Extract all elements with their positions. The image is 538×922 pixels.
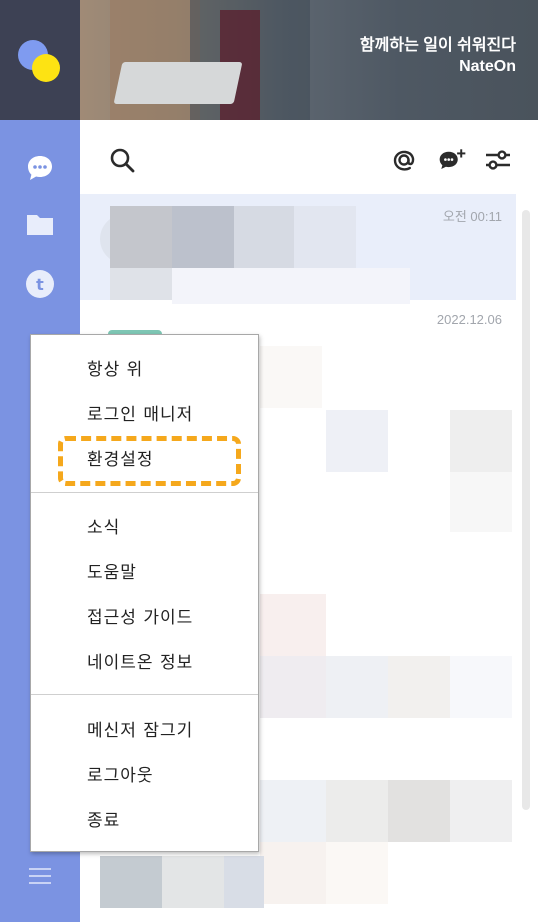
menu-item-accessibility-guide[interactable]: 접근성 가이드 [87, 603, 193, 628]
menu-item-lock-messenger[interactable]: 메신저 잠그기 [87, 716, 193, 741]
nateon-logo [18, 40, 62, 84]
chat-bubble-icon[interactable] [24, 152, 56, 184]
menu-item-always-on-top[interactable]: 항상 위 [87, 355, 143, 380]
logo-area [0, 0, 80, 120]
menu-item-about-nateon[interactable]: 네이트온 정보 [87, 648, 193, 673]
menu-item-login-manager[interactable]: 로그인 매니저 [87, 400, 193, 425]
filter-sliders-icon[interactable] [484, 146, 512, 174]
banner-brand: NateOn [459, 58, 516, 75]
ad-banner[interactable]: 함께하는 일이 쉬워진다 NateOn [80, 0, 538, 120]
menu-item-exit[interactable]: 종료 [87, 806, 120, 831]
chat-list-scrollbar[interactable] [522, 210, 530, 810]
search-icon[interactable] [108, 146, 136, 174]
menu-separator [31, 694, 258, 695]
folder-icon[interactable] [24, 208, 56, 240]
list-toolbar [80, 120, 538, 194]
at-mention-icon[interactable] [390, 146, 418, 174]
svg-text:t: t [36, 275, 44, 294]
menu-item-help[interactable]: 도움말 [87, 558, 137, 583]
banner-headline: 함께하는 일이 쉬워진다 [359, 37, 516, 54]
new-chat-icon[interactable] [438, 146, 466, 174]
settings-highlight-box [58, 436, 241, 486]
t-circle-icon[interactable]: t [24, 268, 56, 300]
menu-hamburger-icon[interactable] [24, 860, 56, 892]
nateon-window: 함께하는 일이 쉬워진다 NateOn t 오전 00:11 2022.12.0… [0, 0, 538, 922]
menu-item-news[interactable]: 소식 [87, 513, 120, 538]
menu-separator [31, 492, 258, 493]
chat-time: 2022.12.06 [436, 312, 502, 327]
main-context-menu: 항상 위 로그인 매니저 환경설정 소식 도움말 접근성 가이드 네이트온 정보… [30, 334, 259, 852]
chat-time: 오전 00:11 [442, 209, 502, 224]
menu-item-logout[interactable]: 로그아웃 [87, 761, 154, 786]
chat-list-item-selected[interactable]: 오전 00:11 [80, 194, 516, 304]
